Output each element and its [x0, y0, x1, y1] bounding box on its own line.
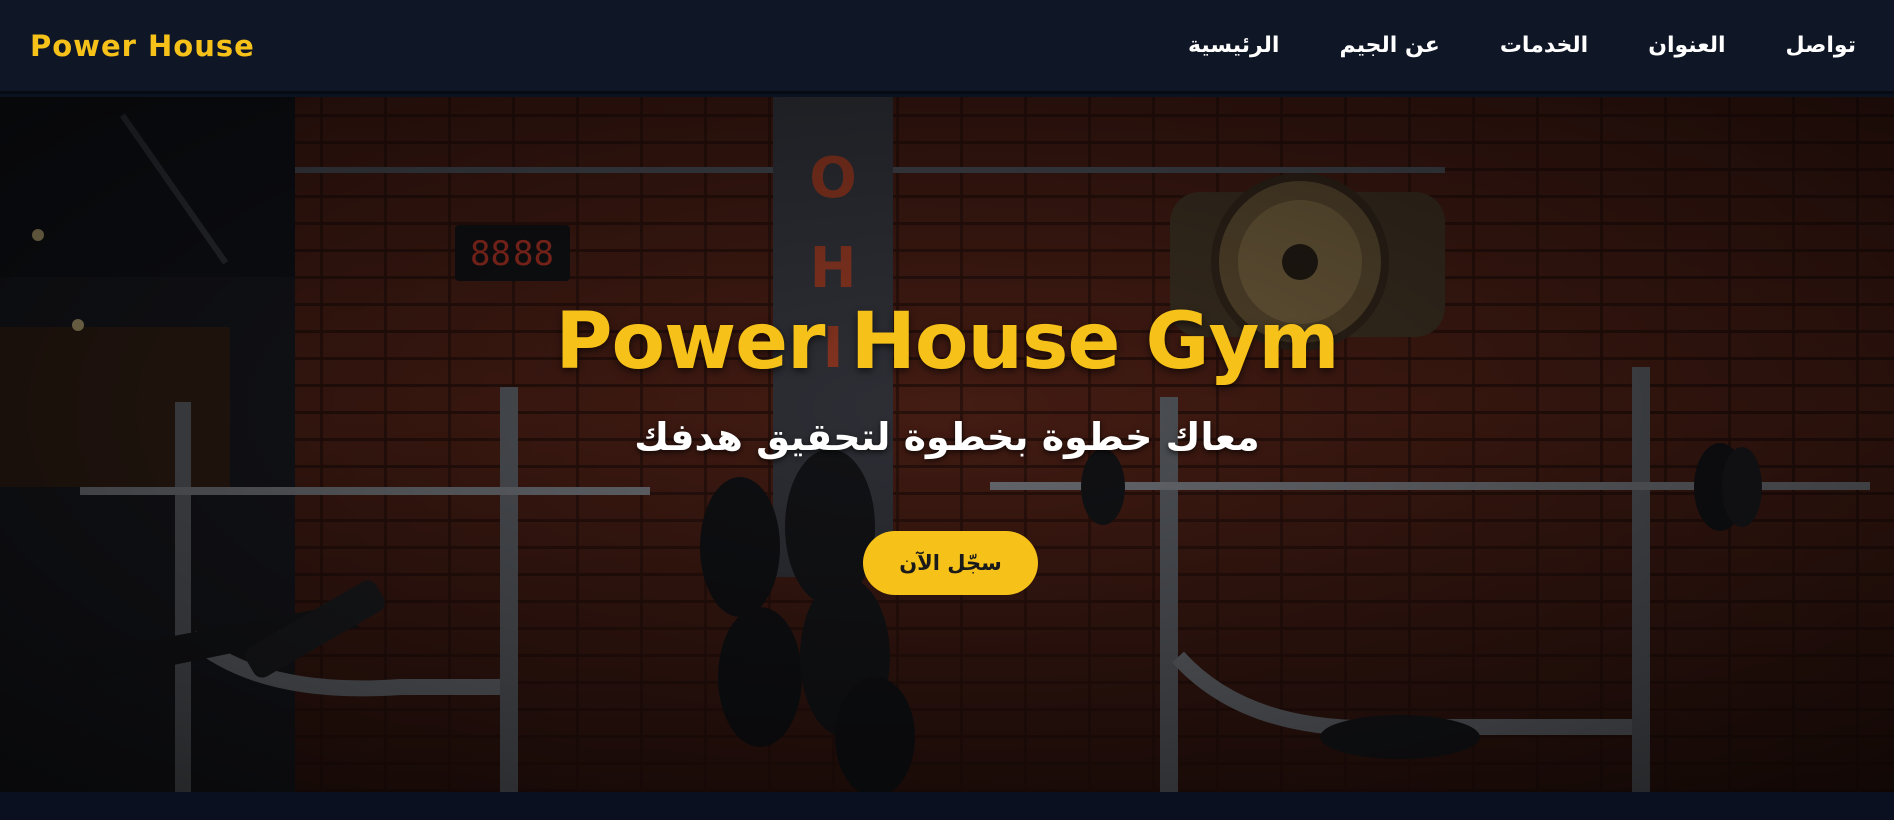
nav-link-services[interactable]: الخدمات: [1500, 33, 1588, 58]
top-navbar: Power House تواصل العنوان الخدمات عن الج…: [0, 0, 1894, 94]
nav-link-about[interactable]: عن الجيم: [1339, 33, 1439, 58]
section-divider: [0, 792, 1894, 820]
nav-links: تواصل العنوان الخدمات عن الجيم الرئيسية: [1188, 33, 1856, 58]
hero-subtitle: معاك خطوة بخطوة لتحقيق هدفك: [634, 415, 1260, 459]
nav-link-home[interactable]: الرئيسية: [1188, 33, 1279, 58]
hero-content: Power House Gym معاك خطوة بخطوة لتحقيق ه…: [0, 97, 1894, 792]
hero-section: 88 88 O H I: [0, 97, 1894, 792]
hero-title: Power House Gym: [555, 297, 1339, 387]
register-now-button[interactable]: سجّل الآن: [863, 531, 1038, 595]
nav-link-address[interactable]: العنوان: [1648, 33, 1725, 58]
brand-logo[interactable]: Power House: [30, 29, 255, 63]
nav-link-contact[interactable]: تواصل: [1786, 33, 1857, 58]
